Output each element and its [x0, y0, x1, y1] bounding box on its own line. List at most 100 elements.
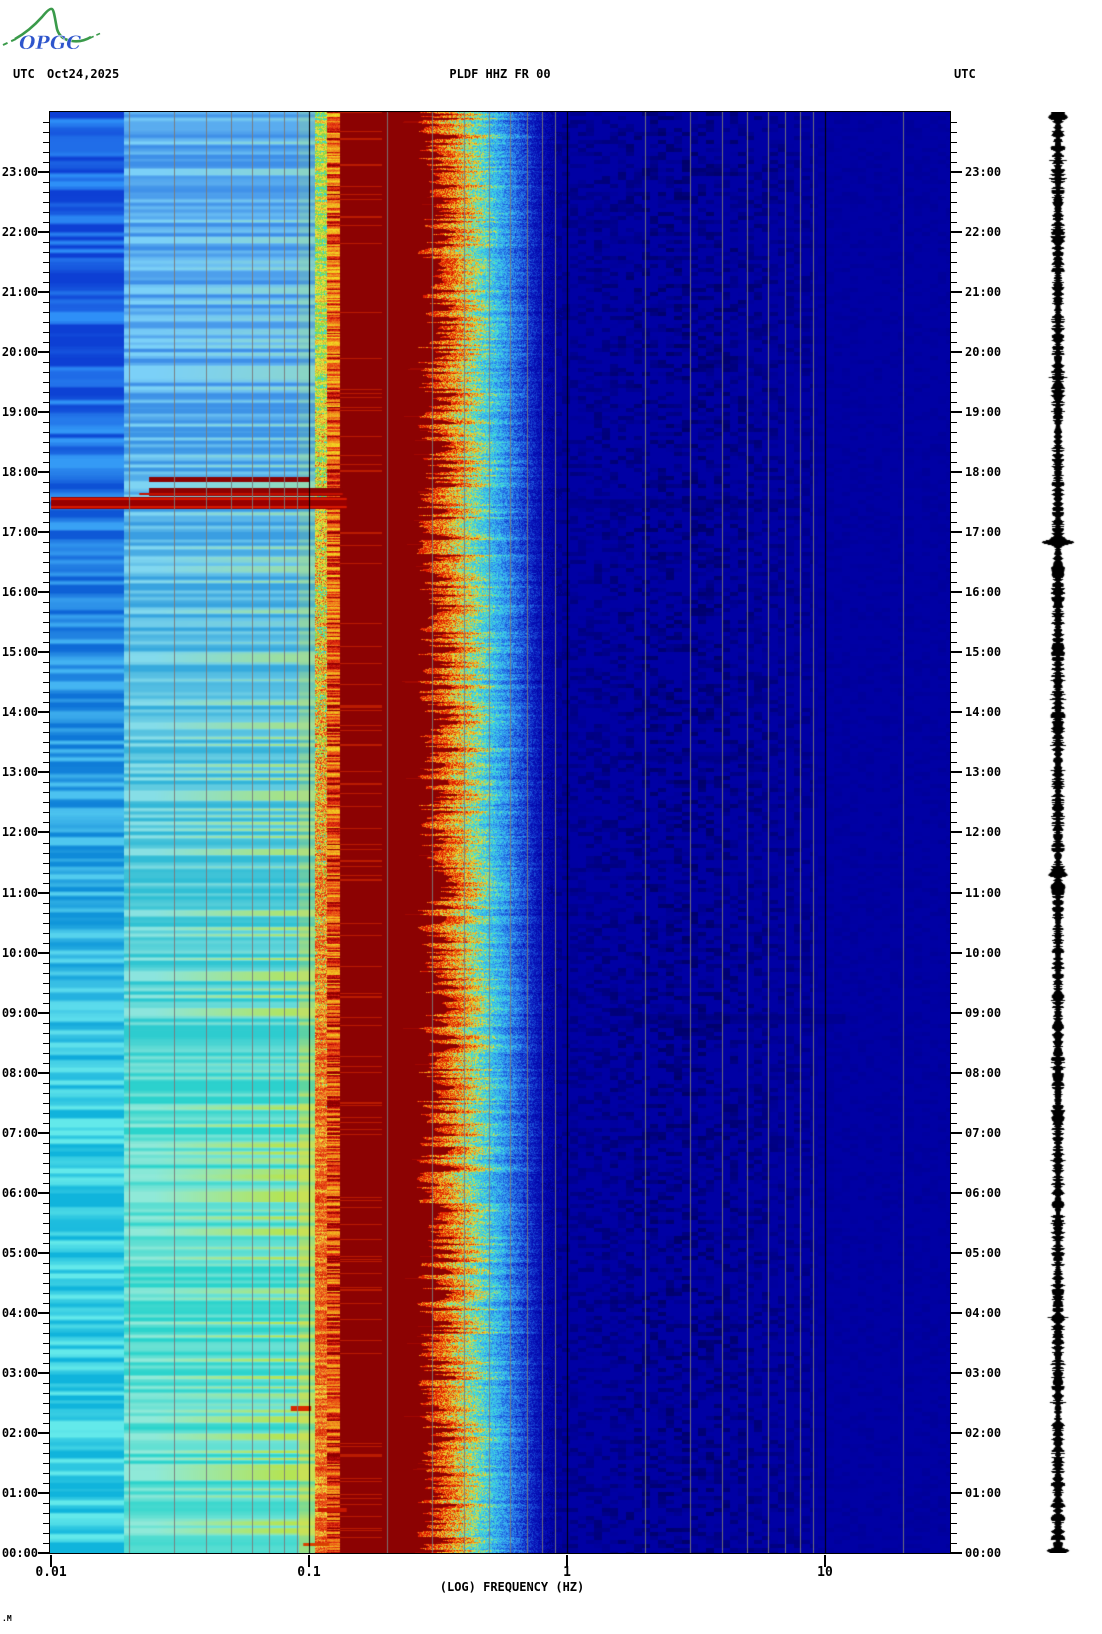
time-tick-left [43, 983, 50, 984]
time-label-right: 21:00 [965, 285, 1002, 299]
time-tick-left [43, 192, 50, 193]
logo-mountain-dash-right [89, 32, 102, 39]
time-tick-left [43, 212, 50, 213]
time-tick-left [43, 382, 50, 383]
time-tick-left [43, 1463, 50, 1464]
time-tick-left [43, 762, 50, 763]
time-tick-left [43, 332, 50, 333]
spectrogram-canvas [50, 112, 950, 1553]
time-tick-right [950, 202, 957, 203]
time-label-right: 15:00 [965, 645, 1002, 659]
time-tick-left [43, 1223, 50, 1224]
time-tick-left [43, 462, 50, 463]
time-tick-left [43, 1273, 50, 1274]
time-tick-right [950, 432, 957, 433]
time-tick-right [950, 1132, 962, 1134]
time-tick-right [950, 983, 957, 984]
time-tick-left [43, 1363, 50, 1364]
time-label-left: 10:00 [1, 946, 38, 960]
freq-tick-label: 0.01 [35, 1565, 67, 1580]
time-label-left: 04:00 [1, 1306, 38, 1320]
time-tick-right [950, 482, 957, 483]
time-tick-left [38, 171, 50, 173]
time-tick-right [950, 642, 957, 643]
time-tick-left [43, 692, 50, 693]
time-tick-right [950, 342, 957, 343]
time-tick-right [950, 632, 957, 633]
time-tick-left [38, 471, 50, 473]
time-tick-left [43, 1243, 50, 1244]
time-tick-left [43, 702, 50, 703]
time-tick-right [950, 1483, 957, 1484]
time-tick-right [950, 1243, 957, 1244]
time-tick-left [43, 1383, 50, 1384]
time-tick-left [43, 1033, 50, 1034]
time-tick-left [38, 1132, 50, 1134]
time-tick-left [43, 222, 50, 223]
time-tick-right [950, 1153, 957, 1154]
time-tick-right [950, 923, 957, 924]
time-label-left: 12:00 [1, 825, 38, 839]
time-tick-right [950, 1473, 957, 1474]
time-tick-right [950, 1192, 962, 1194]
time-tick-right [950, 422, 957, 423]
time-label-right: 19:00 [965, 405, 1002, 419]
time-tick-left [43, 582, 50, 583]
time-label-left: 16:00 [1, 585, 38, 599]
time-tick-left [43, 1473, 50, 1474]
seismogram-trace [1020, 112, 1100, 1553]
time-tick-right [950, 943, 957, 944]
time-tick-right [950, 1353, 957, 1354]
time-tick-right [950, 1103, 957, 1104]
time-tick-right [950, 1023, 957, 1024]
logo-text: OPGC [19, 32, 81, 54]
time-tick-left [43, 1233, 50, 1234]
time-tick-left [43, 272, 50, 273]
time-tick-left [38, 1072, 50, 1074]
time-tick-right [950, 782, 957, 783]
time-tick-right [950, 552, 957, 553]
time-tick-left [38, 892, 50, 894]
time-tick-right [950, 1533, 957, 1534]
time-tick-right [950, 1093, 957, 1094]
time-label-right: 16:00 [965, 585, 1002, 599]
time-tick-left [43, 502, 50, 503]
time-label-right: 23:00 [965, 165, 1002, 179]
time-tick-right [950, 883, 957, 884]
time-label-left: 06:00 [1, 1186, 38, 1200]
time-label-left: 23:00 [1, 165, 38, 179]
time-tick-left [43, 372, 50, 373]
time-tick-right [950, 802, 957, 803]
time-tick-left [43, 1063, 50, 1064]
time-tick-left [43, 812, 50, 813]
time-tick-right [950, 492, 957, 493]
time-tick-right [950, 242, 957, 243]
time-label-right: 02:00 [965, 1426, 1002, 1440]
time-tick-right [950, 692, 957, 693]
time-tick-right [950, 572, 957, 573]
time-tick-left [43, 642, 50, 643]
time-tick-right [950, 831, 962, 833]
time-tick-left [43, 1023, 50, 1024]
time-tick-left [43, 512, 50, 513]
time-tick-left [43, 1333, 50, 1334]
time-tick-right [950, 752, 957, 753]
time-tick-right [950, 1393, 957, 1394]
time-tick-left [43, 1283, 50, 1284]
time-tick-right [950, 471, 962, 473]
time-tick-left [43, 392, 50, 393]
time-label-right: 13:00 [965, 765, 1002, 779]
time-tick-left [43, 1183, 50, 1184]
time-tick-right [950, 963, 957, 964]
time-tick-left [43, 722, 50, 723]
time-tick-right [950, 952, 962, 954]
time-tick-right [950, 1143, 957, 1144]
time-tick-right [950, 903, 957, 904]
time-tick-left [43, 362, 50, 363]
time-tick-right [950, 1463, 957, 1464]
time-tick-right [950, 192, 957, 193]
time-tick-right [950, 402, 957, 403]
time-tick-left [43, 752, 50, 753]
utc-label-left: UTC [13, 67, 35, 81]
time-tick-left [43, 1053, 50, 1054]
